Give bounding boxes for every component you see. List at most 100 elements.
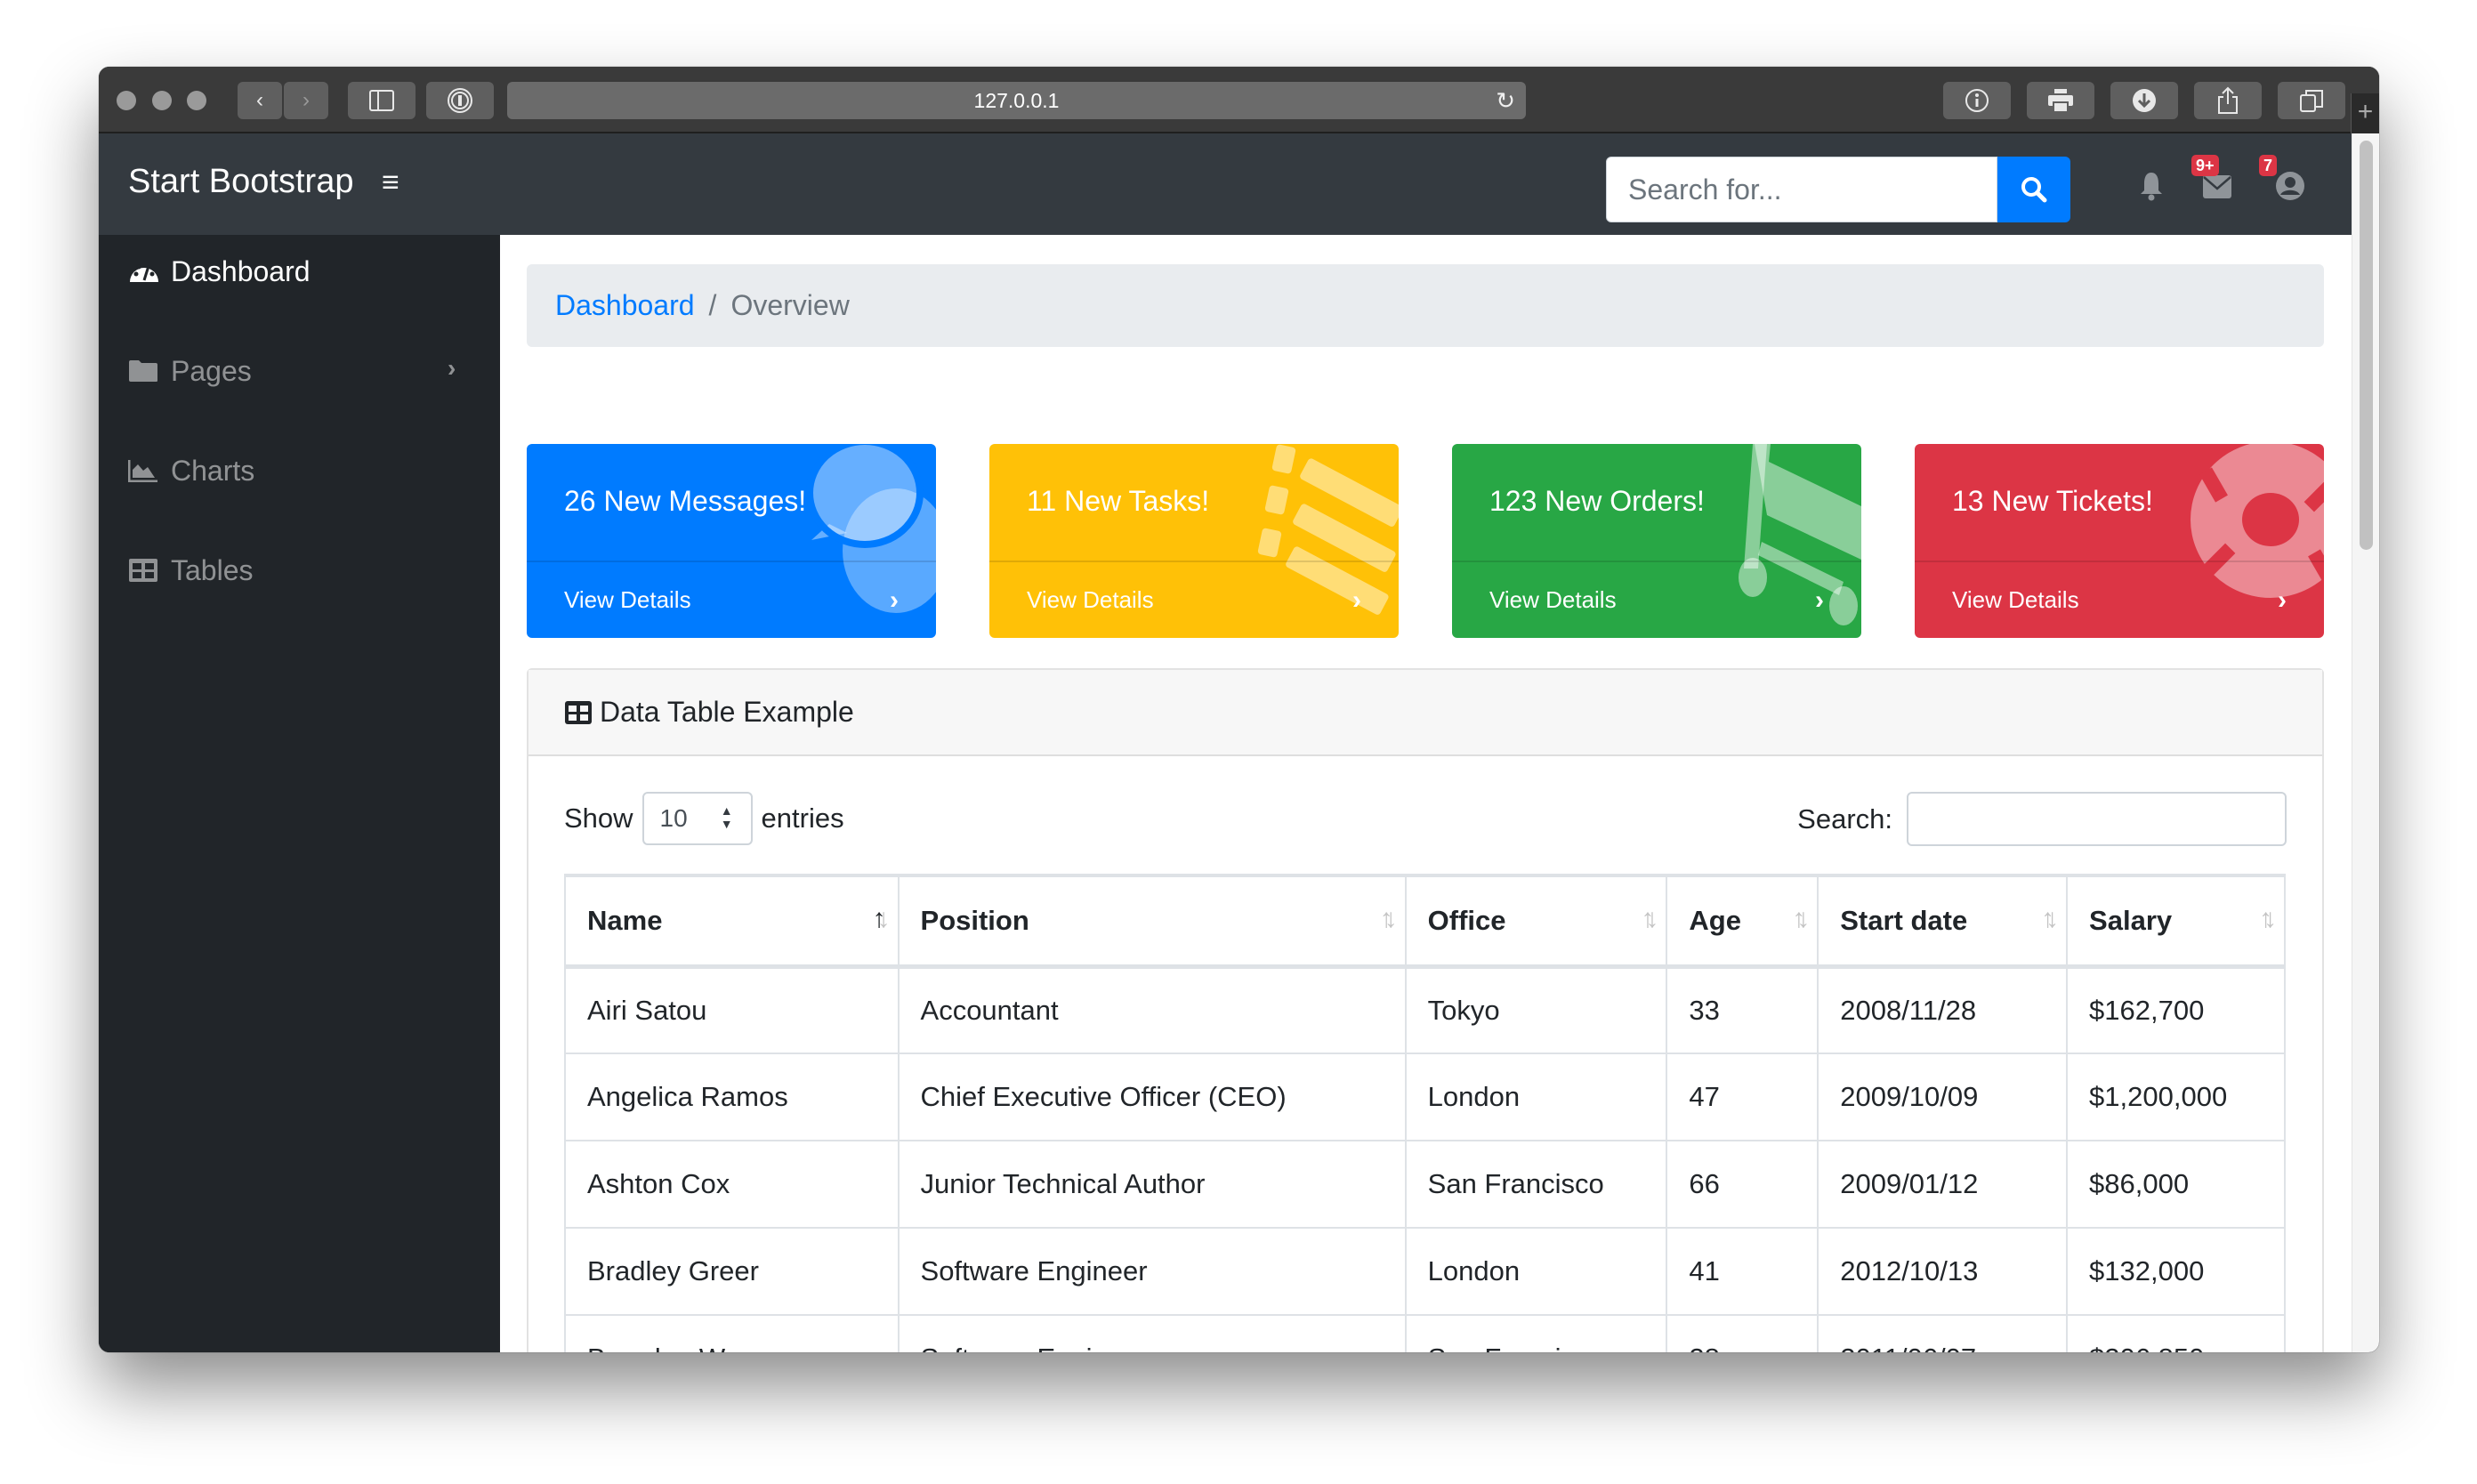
entries-length-control: Show 10 ▲ ▼ entries [564, 792, 844, 845]
select-arrows-icon: ▲ ▼ [720, 803, 733, 831]
entries-select-value: 10 [659, 804, 688, 832]
page-scrollbar[interactable] [2352, 133, 2379, 1352]
cell-position: Software Engineer [897, 1314, 1407, 1352]
forward-button[interactable]: › [284, 82, 328, 119]
chevron-right-icon: › [1352, 585, 1361, 615]
cell-office: Tokyo [1404, 965, 1668, 1054]
table-row: Ashton Cox Junior Technical Author San Fra… [564, 1140, 2286, 1229]
card-footer-label: View Details [564, 586, 691, 613]
sort-icon: ↑↓ [2041, 904, 2059, 933]
view-details-link[interactable]: View Details › [527, 561, 936, 638]
sort-icon: ↑↓ [1641, 904, 1658, 933]
cell-age: 66 [1666, 1140, 1819, 1229]
sidebar-icon [369, 90, 394, 111]
messages-dropdown[interactable]: 9+ [2191, 155, 2232, 204]
dashboard-icon [128, 259, 162, 284]
bell-icon [2141, 173, 2162, 201]
column-header-age[interactable]: Age ↑↓ [1666, 874, 1819, 969]
scrollbar-thumb[interactable] [2360, 141, 2373, 550]
cell-start-date: 2008/11/28 [1817, 965, 2069, 1054]
cell-salary: $162,700 [2066, 965, 2286, 1054]
password-manager-button[interactable] [426, 82, 494, 119]
sort-icon: ↑↓ [1792, 904, 1810, 933]
table-search-label: Search: [1797, 802, 1892, 835]
breadcrumb-separator: / [708, 289, 717, 321]
address-bar[interactable]: 127.0.0.1 ↻ [507, 82, 1526, 119]
envelope-icon [2203, 175, 2231, 198]
orders-card: 123 New Orders! View Details › [1452, 444, 1861, 638]
cell-start-date: 2009/01/12 [1817, 1140, 2069, 1229]
sidebar-toggle-icon[interactable]: ≡ [382, 165, 399, 200]
view-details-link[interactable]: View Details › [1915, 561, 2324, 638]
sidebar-item-tables[interactable]: Tables [128, 548, 254, 593]
cell-salary: $206,850 [2066, 1314, 2286, 1352]
sidebar-item-label: Dashboard [171, 254, 311, 287]
sidebar-item-label: Tables [171, 553, 254, 586]
cell-start-date: 2009/10/09 [1817, 1053, 2069, 1141]
breadcrumb-current: Overview [730, 289, 850, 321]
share-icon [2218, 86, 2238, 114]
breadcrumb-dashboard-link[interactable]: Dashboard [555, 289, 695, 322]
sidebar-item-label: Charts [171, 454, 255, 487]
cell-position: Chief Executive Officer (CEO) [897, 1053, 1407, 1141]
sort-ascending-icon: ↑↓ [872, 904, 891, 933]
cell-office: London [1404, 1053, 1668, 1141]
sidebar-item-pages[interactable]: Pages [128, 349, 252, 393]
table-row: Brenden WagnerSoftware EngineerSan Franc… [564, 1314, 2286, 1352]
tickets-card: 13 New Tickets! View Details › [1915, 444, 2324, 638]
back-button[interactable]: ‹ [238, 82, 282, 119]
download-button[interactable] [2110, 82, 2178, 119]
entries-select[interactable]: 10 ▲ ▼ [641, 792, 753, 845]
column-header-name[interactable]: Name ↑↓ [564, 874, 900, 969]
messages-badge: 7 [2259, 155, 2278, 176]
column-header-position[interactable]: Position ↑↓ [897, 874, 1407, 969]
card-title: 11 New Tasks! [1027, 485, 1210, 517]
cell-position: Junior Technical Author [897, 1140, 1407, 1229]
user-circle-icon [2276, 172, 2304, 200]
table-body: Airi Satou Accountant Tokyo 33 2008/11/28 $16… [564, 965, 2286, 1352]
alerts-dropdown[interactable] [2138, 171, 2165, 206]
info-button[interactable] [1943, 82, 2011, 119]
maximize-window-button[interactable] [187, 91, 206, 110]
cell-name: Ashton Cox [564, 1140, 900, 1229]
breadcrumb: Dashboard / Overview [527, 264, 2324, 347]
show-label: Show [564, 802, 633, 834]
tabs-overview-button[interactable] [2278, 82, 2345, 119]
chevron-right-icon[interactable]: › [448, 354, 456, 383]
table-search-control: Search: [1797, 792, 2287, 846]
column-header-salary[interactable]: Salary ↑↓ [2066, 874, 2286, 969]
new-tab-button[interactable]: + [2351, 93, 2379, 133]
view-details-link[interactable]: View Details › [1452, 561, 1861, 638]
minimize-window-button[interactable] [152, 91, 172, 110]
print-button[interactable] [2027, 82, 2094, 119]
folder-icon [128, 359, 162, 383]
table-row: Bradley Greer Software Engineer London 41 20… [564, 1227, 2286, 1316]
column-header-start-date[interactable]: Start date ↑↓ [1817, 874, 2069, 969]
navbar-search-button[interactable] [1997, 157, 2070, 222]
cell-age: 28 [1666, 1314, 1819, 1352]
view-details-link[interactable]: View Details › [989, 561, 1399, 638]
cell-age: 33 [1666, 965, 1819, 1054]
sidebar-item-dashboard[interactable]: Dashboard [128, 249, 311, 294]
cell-name: Bradley Greer [564, 1227, 900, 1316]
cell-start-date: 2011/06/07 [1817, 1314, 2069, 1352]
column-header-office[interactable]: Office ↑↓ [1404, 874, 1668, 969]
close-window-button[interactable] [117, 91, 136, 110]
user-dropdown[interactable]: 7 [2259, 155, 2305, 206]
sort-icon: ↑↓ [1379, 904, 1398, 933]
table-header-row: Name ↑↓ Position ↑↓ Office ↑↓ Age ↑↓ Start d… [564, 874, 2286, 969]
print-icon [2048, 89, 2073, 113]
navbar-search-input[interactable] [1606, 157, 1997, 222]
new-tab-icon: + [2357, 97, 2374, 126]
share-button[interactable] [2194, 82, 2262, 119]
password-icon [448, 88, 472, 113]
reload-icon[interactable]: ↻ [1496, 87, 1515, 115]
sidebar-toggle-button[interactable] [348, 82, 416, 119]
brand-link[interactable]: Start Bootstrap [128, 163, 353, 201]
table-search-input[interactable] [1907, 792, 2287, 846]
sidebar-item-charts[interactable]: Charts [128, 448, 254, 493]
card-title: 26 New Messages! [564, 485, 807, 517]
chevron-right-icon: › [890, 585, 899, 615]
table-icon [564, 700, 593, 725]
navbar-search [1606, 157, 2070, 222]
